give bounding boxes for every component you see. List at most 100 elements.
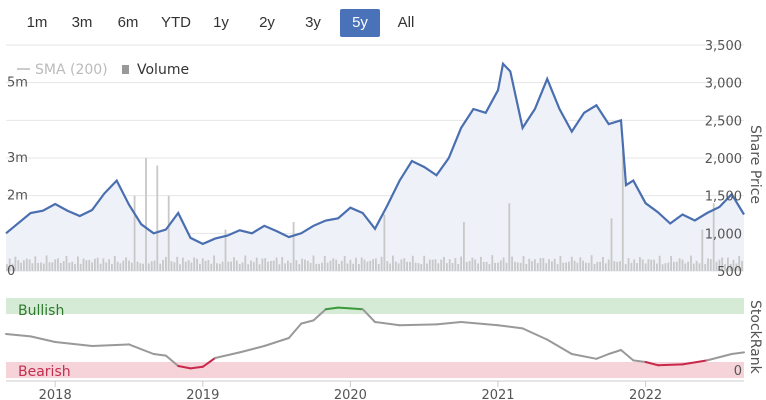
stockrank-axis-zero-label: 0 bbox=[734, 364, 742, 379]
volume-bar bbox=[261, 258, 264, 271]
volume-bar bbox=[585, 262, 587, 271]
stockrank-segment bbox=[435, 321, 463, 326]
stockrank-segment bbox=[607, 349, 622, 355]
stockrank-segment bbox=[238, 345, 266, 354]
volume-bar bbox=[522, 256, 525, 271]
volume-tick-label: 3m bbox=[7, 151, 28, 166]
stockrank-segment bbox=[595, 353, 610, 360]
volume-bar bbox=[656, 263, 658, 271]
volume-bar bbox=[301, 258, 303, 271]
volume-bar bbox=[684, 263, 687, 271]
volume-bar bbox=[20, 262, 22, 271]
volume-bar bbox=[79, 263, 82, 271]
volume-bar bbox=[352, 263, 355, 271]
stockrank-segment bbox=[521, 327, 549, 341]
x-axis: 2018 2019 2020 2021 2022 bbox=[39, 381, 662, 400]
volume-bar bbox=[184, 261, 187, 271]
bullish-band bbox=[6, 298, 744, 314]
volume-bar bbox=[653, 259, 655, 271]
volume-bar bbox=[267, 261, 269, 271]
bearish-band bbox=[6, 362, 744, 378]
volume-bar bbox=[275, 257, 278, 271]
volume-tick-label: 2m bbox=[7, 189, 28, 204]
volume-bar bbox=[241, 262, 244, 271]
volume-bar bbox=[690, 255, 692, 271]
volume-bar bbox=[48, 262, 51, 271]
volume-bar bbox=[99, 263, 102, 271]
volume-bar bbox=[624, 264, 627, 271]
sma-legend-label: SMA (200) bbox=[35, 62, 108, 78]
stockrank-segment bbox=[263, 337, 290, 347]
volume-bar bbox=[136, 261, 139, 271]
volume-bar bbox=[34, 256, 37, 271]
volume-bar bbox=[576, 262, 579, 271]
volume-bar bbox=[545, 263, 548, 271]
volume-bar bbox=[91, 262, 93, 271]
volume-bar bbox=[159, 263, 162, 271]
volume-bar bbox=[255, 257, 258, 271]
volume-bar bbox=[670, 255, 672, 271]
x-tick-label: 2022 bbox=[629, 388, 662, 400]
volume-bar bbox=[252, 262, 255, 271]
price-tick-label: 3,000 bbox=[705, 77, 742, 92]
volume-bar bbox=[553, 258, 556, 271]
volume-bar bbox=[482, 261, 485, 271]
volume-bar bbox=[380, 256, 383, 271]
volume-bar bbox=[199, 263, 201, 271]
volume-bar bbox=[542, 258, 545, 271]
volume-bar bbox=[102, 258, 105, 271]
volume-bar bbox=[394, 261, 397, 271]
volume-bar bbox=[548, 259, 550, 271]
volume-bar bbox=[122, 260, 125, 271]
volume-bar bbox=[687, 261, 689, 271]
volume-bar bbox=[704, 264, 707, 271]
legend[interactable]: SMA (200) Volume bbox=[17, 62, 189, 78]
volume-bar bbox=[383, 214, 386, 271]
volume-bar bbox=[210, 263, 213, 271]
volume-bar bbox=[604, 263, 607, 271]
volume-bar bbox=[707, 258, 709, 271]
stockrank-segment bbox=[398, 323, 438, 327]
volume-bar bbox=[502, 257, 505, 271]
volume-bar bbox=[593, 264, 596, 271]
volume-bar bbox=[428, 259, 431, 271]
volume-bar bbox=[516, 262, 519, 271]
stock-chart: 500 1,000 1,500 2,000 2,500 3,000 3,500 0 2m 3m 5… bbox=[5, 39, 763, 400]
volume-bar bbox=[71, 261, 74, 271]
volume-bar bbox=[610, 218, 613, 271]
volume-bar bbox=[709, 259, 712, 271]
volume-bar bbox=[667, 262, 670, 271]
volume-bar bbox=[74, 263, 76, 271]
volume-bar bbox=[25, 258, 28, 271]
volume-bar bbox=[514, 261, 516, 271]
volume-bar bbox=[636, 263, 638, 271]
volume-bar bbox=[474, 259, 477, 271]
volume-bar bbox=[565, 262, 567, 271]
volume-bar bbox=[627, 258, 630, 271]
volume-bar bbox=[85, 260, 88, 271]
volume-bar bbox=[40, 262, 42, 271]
volume-bar bbox=[281, 257, 284, 271]
volume-bar bbox=[463, 222, 465, 271]
volume-bar bbox=[366, 261, 369, 271]
volume-bar bbox=[386, 261, 389, 271]
volume-bar bbox=[54, 259, 57, 271]
stockrank-line bbox=[5, 306, 745, 370]
volume-bar bbox=[579, 257, 582, 271]
volume-bar bbox=[613, 261, 616, 271]
volume-bar bbox=[633, 259, 636, 271]
stockrank-segment bbox=[730, 351, 745, 355]
volume-bar bbox=[454, 258, 457, 271]
volume-bar bbox=[62, 261, 65, 271]
volume-bar bbox=[644, 263, 647, 271]
volume-bar bbox=[457, 264, 460, 271]
bearish-label: Bearish bbox=[18, 364, 71, 380]
volume-bar bbox=[179, 264, 181, 271]
volume-bar bbox=[289, 262, 292, 271]
volume-bar bbox=[465, 262, 468, 271]
volume-bar bbox=[451, 263, 454, 271]
volume-bar bbox=[270, 260, 272, 271]
volume-bar bbox=[119, 263, 122, 271]
volume-bar bbox=[284, 263, 286, 271]
volume-bar bbox=[573, 260, 576, 271]
